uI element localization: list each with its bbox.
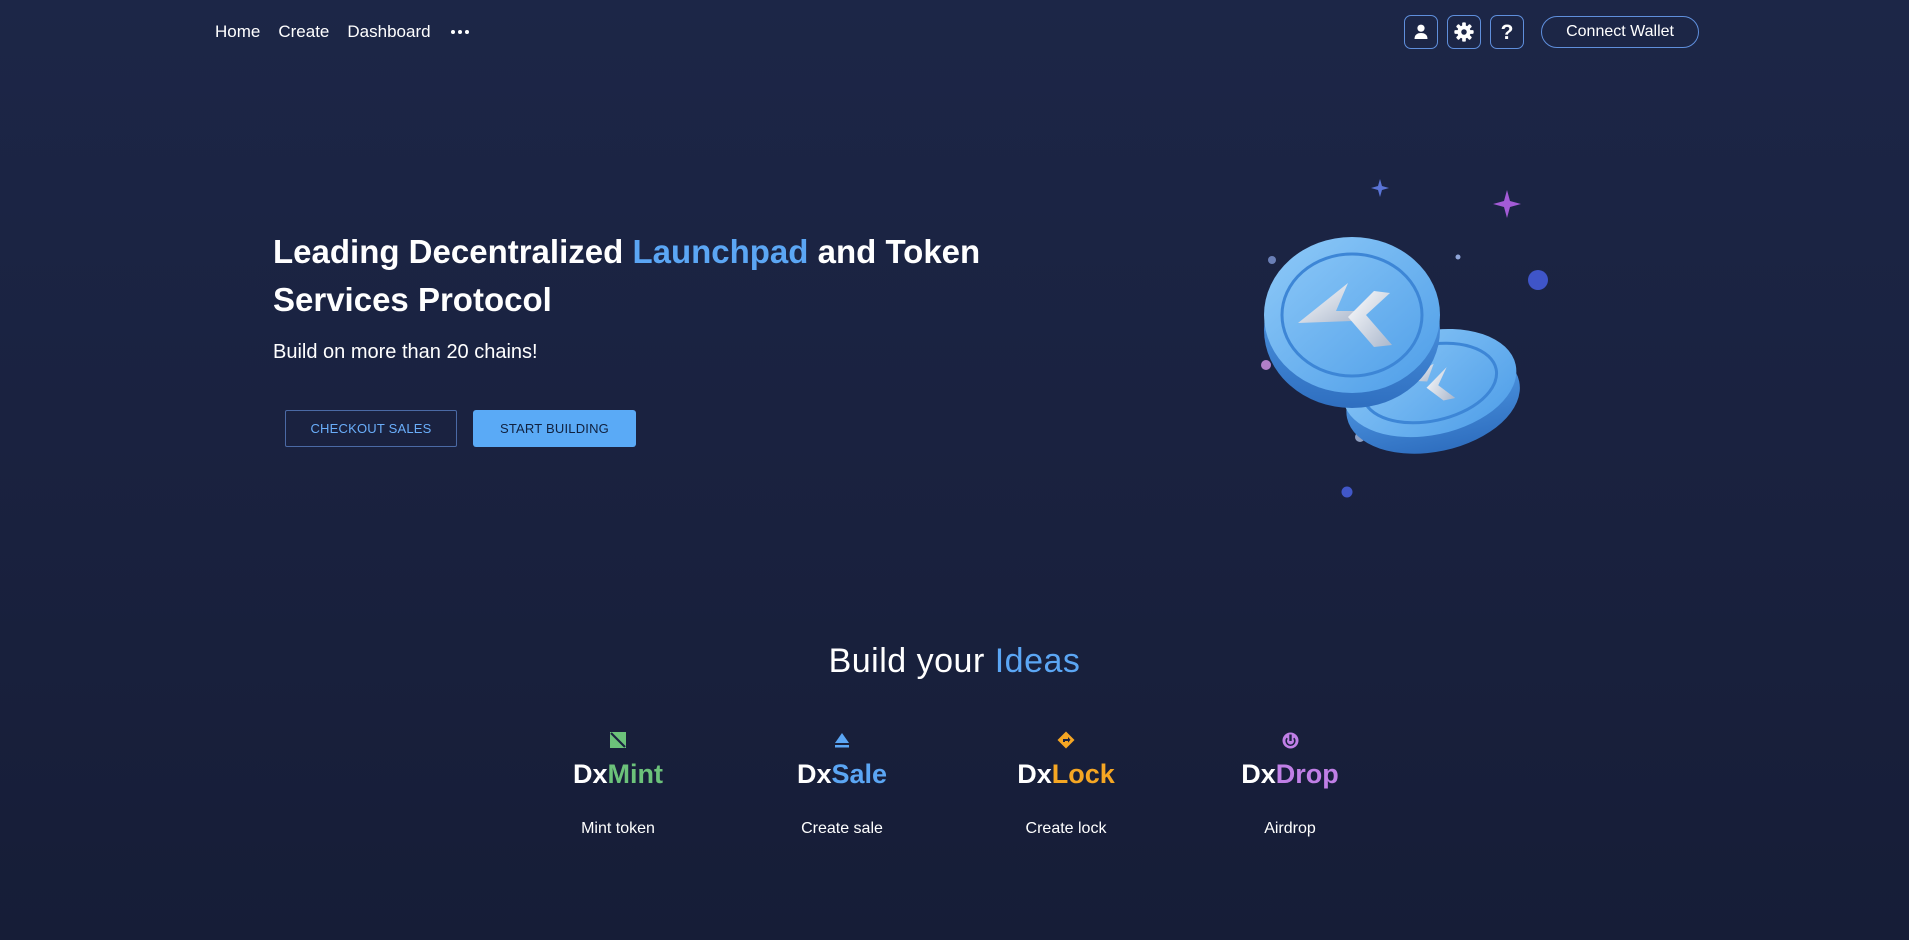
brand-prefix: Dx <box>573 759 608 789</box>
brand-name: Sale <box>831 759 888 789</box>
nav-create-link[interactable]: Create <box>278 22 329 42</box>
brand-name: Lock <box>1051 759 1115 789</box>
help-button[interactable]: ? <box>1490 15 1525 49</box>
feature-caption: Airdrop <box>1264 820 1316 837</box>
feature-brand: DxSale <box>742 757 942 791</box>
top-navigation: Home Create Dashboard ? Connect Wallet <box>0 0 1909 64</box>
more-dots-icon[interactable] <box>449 22 471 42</box>
feature-caption: Mint token <box>581 820 655 837</box>
feature-dxsale[interactable]: DxSale Create sale <box>742 730 942 838</box>
build-title-part-1: Build your <box>828 642 995 680</box>
hero-subtitle: Build on more than 20 chains! <box>273 341 538 363</box>
feature-caption: Create lock <box>1025 820 1107 837</box>
hero-title: Leading Decentralized Launchpad and Toke… <box>273 228 1033 324</box>
build-section-title: Build your Ideas <box>0 642 1909 681</box>
feature-dxmint[interactable]: DxMint Mint token <box>518 730 718 838</box>
feature-brand: DxMint <box>518 757 718 791</box>
settings-button[interactable] <box>1447 15 1482 49</box>
brand-name: Drop <box>1275 759 1339 789</box>
feature-brand: DxDrop <box>1190 757 1390 791</box>
mint-icon <box>610 732 626 748</box>
feature-brand: DxLock <box>966 757 1166 791</box>
connect-wallet-button[interactable]: Connect Wallet <box>1541 16 1699 48</box>
sale-icon <box>835 733 849 748</box>
coins-illustration <box>1261 179 1548 498</box>
hero-title-part-1: Leading Decentralized <box>273 233 633 270</box>
nav-links: Home Create Dashboard <box>215 22 471 42</box>
brand-prefix: Dx <box>1017 759 1052 789</box>
build-title-accent: Ideas <box>994 642 1081 680</box>
brand-prefix: Dx <box>796 759 832 789</box>
lock-icon <box>1057 731 1075 749</box>
account-button[interactable] <box>1404 15 1439 49</box>
gear-icon <box>1454 22 1474 42</box>
start-building-button[interactable]: START BUILDING <box>473 410 636 447</box>
nav-dashboard-link[interactable]: Dashboard <box>347 22 430 42</box>
feature-dxlock[interactable]: DxLock Create lock <box>966 730 1166 838</box>
brand-prefix: Dx <box>1241 759 1276 789</box>
checkout-sales-button[interactable]: CHECKOUT SALES <box>285 410 457 447</box>
drop-icon <box>1282 732 1298 748</box>
nav-home-link[interactable]: Home <box>215 22 260 42</box>
brand-name: Mint <box>607 759 663 789</box>
help-icon: ? <box>1500 20 1514 44</box>
user-icon <box>1414 24 1428 39</box>
feature-dxdrop[interactable]: DxDrop Airdrop <box>1190 730 1390 838</box>
hero-title-accent: Launchpad <box>632 233 809 270</box>
nav-actions: ? Connect Wallet <box>1404 15 1699 49</box>
feature-caption: Create sale <box>801 820 883 837</box>
